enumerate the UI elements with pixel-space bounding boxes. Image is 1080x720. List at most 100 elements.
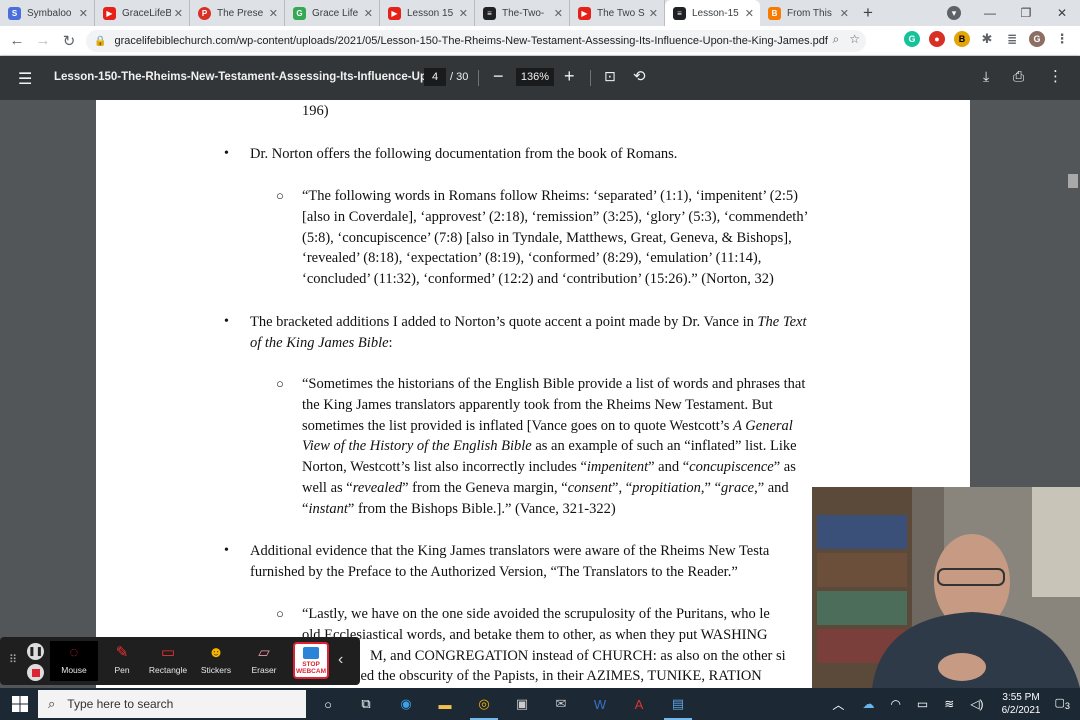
notifications-icon[interactable]: ▢3 [1055, 696, 1071, 711]
tab-gracelife[interactable]: ▶ GraceLifeB ✕ [95, 0, 190, 26]
close-icon[interactable]: ✕ [649, 7, 658, 20]
quote-line: ‘concluded’ (11:32), ‘conformed’ (12:2) … [302, 271, 774, 288]
reload-icon[interactable]: ↻ [56, 32, 82, 50]
scrollbar-thumb[interactable] [1068, 174, 1078, 188]
bullet-text: The bracketed additions I added to Norto… [250, 312, 870, 354]
back-icon[interactable]: ← [4, 32, 30, 49]
more-options-icon[interactable]: ⋮ [1048, 67, 1063, 85]
battery-icon[interactable]: ▭ [917, 697, 928, 711]
stop-record-icon[interactable] [27, 664, 44, 681]
tab-title: From This [787, 7, 832, 19]
quote-line: “Lastly, we have on the one side avoided… [302, 606, 770, 622]
zoom-in-button[interactable]: + [564, 66, 575, 87]
address-bar[interactable]: 🔒 gracelifebiblechurch.com/wp-content/up… [86, 30, 866, 52]
tab-symbaloo[interactable]: S Symbaloo ✕ [0, 0, 95, 26]
quote-line: “instant” from the Bishops Bible.].” (Va… [302, 499, 805, 520]
acrobat-icon[interactable]: A [629, 694, 649, 714]
rectangle-tool[interactable]: ▭ Rectangle [144, 641, 192, 681]
eraser-icon: ▱ [258, 644, 270, 661]
edge-icon[interactable]: ◉ [396, 694, 416, 714]
reading-list-icon[interactable]: ≣ [1004, 31, 1020, 47]
rotate-icon[interactable]: ⟲ [633, 67, 646, 85]
close-icon[interactable]: ✕ [79, 7, 88, 20]
zoom-level-input[interactable]: 136% [516, 68, 554, 86]
tab-search-icon[interactable]: ▾ [947, 6, 961, 20]
file-explorer-icon[interactable]: ▬ [435, 694, 455, 714]
page-number-input[interactable]: 4 [424, 68, 446, 86]
minimize-icon[interactable]: — [972, 6, 1008, 20]
forward-icon[interactable]: → [30, 32, 56, 49]
bookmark-star-icon[interactable]: ☆ [849, 32, 860, 47]
close-icon[interactable]: ✕ [364, 7, 373, 20]
pause-icon[interactable]: ❚❚ [27, 643, 44, 660]
collapse-icon[interactable]: ‹ [338, 651, 343, 669]
cortana-icon[interactable]: ○ [318, 694, 338, 714]
browser-menu-icon[interactable]: ⋮ [1054, 31, 1070, 47]
close-icon[interactable]: ✕ [459, 7, 468, 20]
store-icon[interactable]: ▣ [512, 694, 532, 714]
chrome-icon[interactable]: ◎ [470, 694, 498, 720]
symbaloo-icon: S [8, 6, 21, 20]
extension-icon[interactable]: ● [929, 31, 945, 47]
quote-block: “Lastly, we have on the one side avoided… [302, 604, 786, 687]
bitwarden-icon[interactable]: B [954, 31, 970, 47]
network-icon[interactable]: ◠ [890, 697, 900, 711]
text-run: ” as [773, 459, 796, 476]
text-run: : [388, 334, 393, 351]
new-tab-button[interactable]: + [855, 0, 881, 26]
mail-icon[interactable]: ✉ [551, 694, 571, 714]
tab-title: Grace Life [312, 7, 359, 19]
tab-two-video[interactable]: ▶ The Two S ✕ [570, 0, 665, 26]
screen-recorder-icon[interactable]: ▤ [664, 694, 692, 720]
tray-arrow-icon[interactable]: ︿ [832, 696, 844, 713]
clock[interactable]: 3:55 PM 6/2/2021 [1002, 691, 1041, 717]
italic-word: instant [308, 500, 348, 517]
close-icon[interactable]: ✕ [269, 7, 278, 20]
download-icon[interactable]: ⤓ [983, 68, 989, 85]
close-icon[interactable]: ✕ [554, 7, 563, 20]
pen-tool[interactable]: ✎ Pen [98, 641, 146, 681]
grammarly-icon[interactable]: G [904, 31, 920, 47]
gracelife-icon: G [293, 6, 306, 20]
mouse-tool[interactable]: ◌ Mouse [50, 641, 98, 681]
task-view-icon[interactable]: ⧉ [356, 694, 376, 714]
search-placeholder: Type here to search [67, 697, 174, 711]
maximize-icon[interactable]: ❐ [1008, 6, 1044, 20]
text-line: furnished by the Preface to the Authoriz… [250, 563, 738, 580]
close-icon[interactable]: ✕ [840, 7, 849, 20]
word-icon[interactable]: W [590, 694, 610, 714]
zoom-icon[interactable]: ⌕ [833, 32, 840, 47]
windows-start-icon[interactable] [12, 696, 28, 712]
tab-lesson-video[interactable]: ▶ Lesson 15 ✕ [380, 0, 475, 26]
tab-gracelife-site[interactable]: G Grace Life ✕ [285, 0, 380, 26]
menu-icon[interactable]: ☰ [18, 69, 32, 89]
print-icon[interactable]: ⎙ [1013, 68, 1024, 85]
text-run: well as “ [302, 479, 353, 496]
quote-line: “The following words in Romans follow Rh… [302, 188, 798, 204]
stickers-tool[interactable]: ☻ Stickers [192, 641, 240, 681]
zoom-out-button[interactable]: − [493, 66, 504, 87]
close-icon[interactable]: ✕ [174, 7, 183, 20]
avatar[interactable]: G [1029, 31, 1045, 47]
drag-handle-icon[interactable]: ⠿ [9, 653, 17, 666]
eraser-tool[interactable]: ▱ Eraser [240, 641, 288, 681]
close-window-icon[interactable]: ✕ [1044, 6, 1080, 20]
circle-bullet-icon: ○ [276, 376, 284, 391]
tab-lesson-pdf[interactable]: ≡ Lesson-15 ✕ [665, 0, 760, 26]
volume-icon[interactable]: ◁) [970, 697, 983, 711]
system-tray: ︿ ☁ ◠ ▭ ≋ ◁) 3:55 PM 6/2/2021 ▢3 [822, 688, 1080, 720]
onedrive-icon[interactable]: ☁ [862, 697, 874, 711]
tab-presentation[interactable]: P The Prese ✕ [190, 0, 285, 26]
quote-line: old Ecclesiastical words, and betake the… [302, 626, 768, 643]
lock-icon[interactable]: 🔒 [94, 36, 106, 47]
stop-webcam-button[interactable]: STOP WEBCAM [293, 642, 329, 679]
fit-page-icon[interactable]: ⊡ [604, 68, 616, 85]
circle-bullet-icon: ○ [276, 606, 284, 621]
url-text[interactable]: gracelifebiblechurch.com/wp-content/uplo… [114, 35, 828, 47]
taskbar-search-input[interactable]: ⌕ Type here to search [38, 690, 306, 718]
puzzle-icon[interactable]: ✱ [979, 31, 995, 47]
tab-from-this[interactable]: B From This ✕ [760, 0, 855, 26]
wifi-icon[interactable]: ≋ [944, 697, 954, 711]
close-icon[interactable]: ✕ [745, 7, 754, 20]
tab-two-pdf[interactable]: ≡ The-Two- ✕ [475, 0, 570, 26]
